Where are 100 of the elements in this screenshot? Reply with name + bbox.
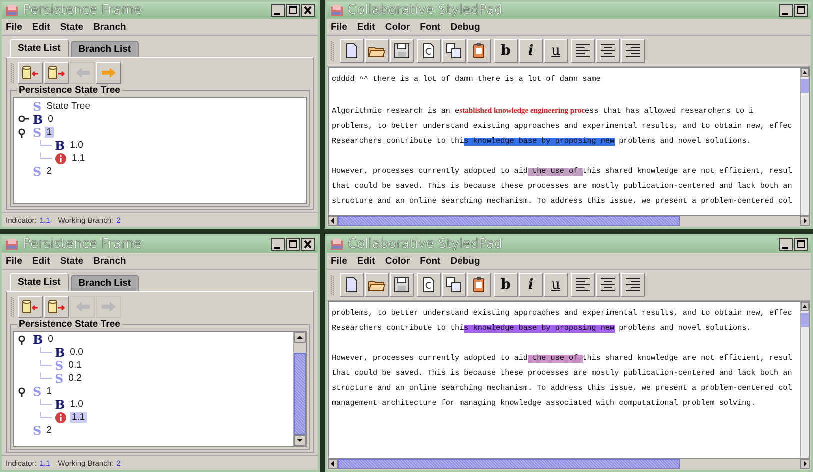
underline-button[interactable]: u — [544, 273, 568, 297]
tab[interactable]: State List — [10, 39, 69, 57]
minimize-icon[interactable] — [271, 238, 285, 251]
paste-button[interactable] — [442, 273, 466, 297]
new-button[interactable] — [340, 273, 364, 297]
minimize-icon[interactable] — [779, 238, 793, 251]
maximize-icon[interactable] — [794, 238, 808, 251]
tree-item[interactable]: 1.0 — [68, 140, 86, 151]
database-arrow-button[interactable] — [44, 62, 69, 84]
menu-item[interactable]: File — [6, 256, 22, 266]
tree-item[interactable]: 0.2 — [66, 373, 84, 384]
tree-item[interactable]: 0 — [46, 334, 56, 345]
clipboard-button[interactable] — [467, 273, 491, 297]
align-left-button[interactable] — [571, 273, 595, 297]
open-button[interactable] — [365, 39, 389, 63]
vertical-scrollbar[interactable] — [800, 302, 809, 458]
paste-button[interactable] — [442, 39, 466, 63]
scroll-down-icon[interactable] — [294, 435, 306, 446]
tab[interactable]: Branch List — [70, 275, 140, 291]
open-button[interactable] — [365, 273, 389, 297]
menu-item[interactable]: Font — [420, 22, 441, 32]
minimize-icon[interactable] — [271, 4, 285, 17]
tree-item[interactable]: 0 — [46, 114, 56, 125]
maximize-icon[interactable] — [794, 4, 808, 17]
bold-button[interactable]: b — [494, 273, 518, 297]
tree-item[interactable]: 1 — [44, 127, 54, 138]
horizontal-scrollbar[interactable] — [328, 459, 810, 469]
menu-item[interactable]: File — [331, 256, 348, 266]
maximize-icon[interactable] — [286, 4, 300, 17]
tree-item[interactable]: 2 — [44, 166, 54, 177]
clipboard-button[interactable] — [467, 39, 491, 63]
scroll-left-icon[interactable] — [328, 216, 338, 226]
toolbar-grip[interactable] — [10, 296, 15, 318]
scroll-thumb[interactable] — [801, 79, 809, 93]
database-arrow-button[interactable] — [18, 296, 43, 318]
vertical-scrollbar[interactable] — [800, 68, 809, 215]
scroll-thumb[interactable] — [801, 313, 809, 327]
menu-item[interactable]: Debug — [450, 22, 480, 32]
close-icon[interactable] — [301, 238, 315, 251]
tab[interactable]: State List — [10, 273, 69, 291]
scroll-right-icon[interactable] — [800, 459, 810, 469]
menu-item[interactable]: Branch — [94, 256, 126, 266]
tree-item[interactable]: 1 — [44, 386, 54, 397]
align-right-button[interactable] — [621, 39, 645, 63]
align-center-button[interactable] — [596, 39, 620, 63]
new-button[interactable] — [340, 39, 364, 63]
underline-button[interactable]: u — [544, 39, 568, 63]
menu-item[interactable]: Edit — [32, 256, 50, 266]
save-button[interactable] — [390, 273, 414, 297]
copy-button[interactable] — [417, 39, 441, 63]
italic-button[interactable]: i — [519, 39, 543, 63]
scroll-up-icon[interactable] — [294, 332, 306, 343]
database-arrow-button[interactable] — [44, 296, 69, 318]
tree-item[interactable]: 0.0 — [68, 347, 86, 358]
tree-item[interactable]: 1.1 — [70, 153, 88, 164]
align-right-button[interactable] — [621, 273, 645, 297]
scroll-up-icon[interactable] — [801, 302, 809, 311]
menu-item[interactable]: File — [331, 22, 348, 32]
toolbar-grip[interactable] — [10, 62, 15, 84]
menu-item[interactable]: Edit — [32, 22, 50, 32]
bold-button[interactable]: b — [494, 39, 518, 63]
scroll-thumb[interactable] — [294, 353, 306, 435]
menu-item[interactable]: Color — [385, 22, 410, 32]
copy-button[interactable] — [417, 273, 441, 297]
tree-item[interactable]: 2 — [44, 425, 54, 436]
menu-item[interactable]: Branch — [94, 22, 126, 32]
menu-item[interactable]: Edit — [357, 256, 376, 266]
scroll-up-icon[interactable] — [801, 68, 809, 77]
align-left-button[interactable] — [571, 39, 595, 63]
menu-item[interactable]: Color — [385, 256, 410, 266]
scroll-thumb[interactable] — [338, 459, 680, 469]
menu-item[interactable]: Font — [420, 256, 441, 266]
database-arrow-button[interactable] — [18, 62, 43, 84]
menu-item[interactable]: State — [60, 22, 84, 32]
toolbar-grip[interactable] — [330, 40, 335, 62]
collapsed-handle-icon[interactable] — [18, 114, 30, 124]
text-editor[interactable] — [328, 301, 810, 459]
vertical-scrollbar[interactable] — [293, 332, 306, 446]
italic-button[interactable]: i — [519, 273, 543, 297]
tree-item[interactable]: 1.0 — [68, 399, 86, 410]
menu-item[interactable]: State — [60, 256, 84, 266]
align-right-icon — [624, 276, 642, 294]
scroll-thumb[interactable] — [338, 216, 680, 226]
horizontal-scrollbar[interactable] — [328, 216, 810, 226]
menu-item[interactable]: File — [6, 22, 22, 32]
scroll-right-icon[interactable] — [800, 216, 810, 226]
scroll-left-icon[interactable] — [328, 459, 338, 469]
maximize-icon[interactable] — [286, 238, 300, 251]
tree-item[interactable]: 1.1 — [70, 412, 88, 423]
toolbar-grip[interactable] — [330, 274, 335, 296]
save-button[interactable] — [390, 39, 414, 63]
tree-item[interactable]: 0.1 — [66, 360, 84, 371]
align-center-button[interactable] — [596, 273, 620, 297]
tree-item[interactable]: State Tree — [44, 101, 93, 112]
close-icon[interactable] — [301, 4, 315, 17]
tab[interactable]: Branch List — [70, 41, 140, 57]
minimize-icon[interactable] — [779, 4, 793, 17]
menu-item[interactable]: Edit — [357, 22, 376, 32]
menu-item[interactable]: Debug — [450, 256, 480, 266]
text-editor[interactable] — [328, 67, 810, 216]
